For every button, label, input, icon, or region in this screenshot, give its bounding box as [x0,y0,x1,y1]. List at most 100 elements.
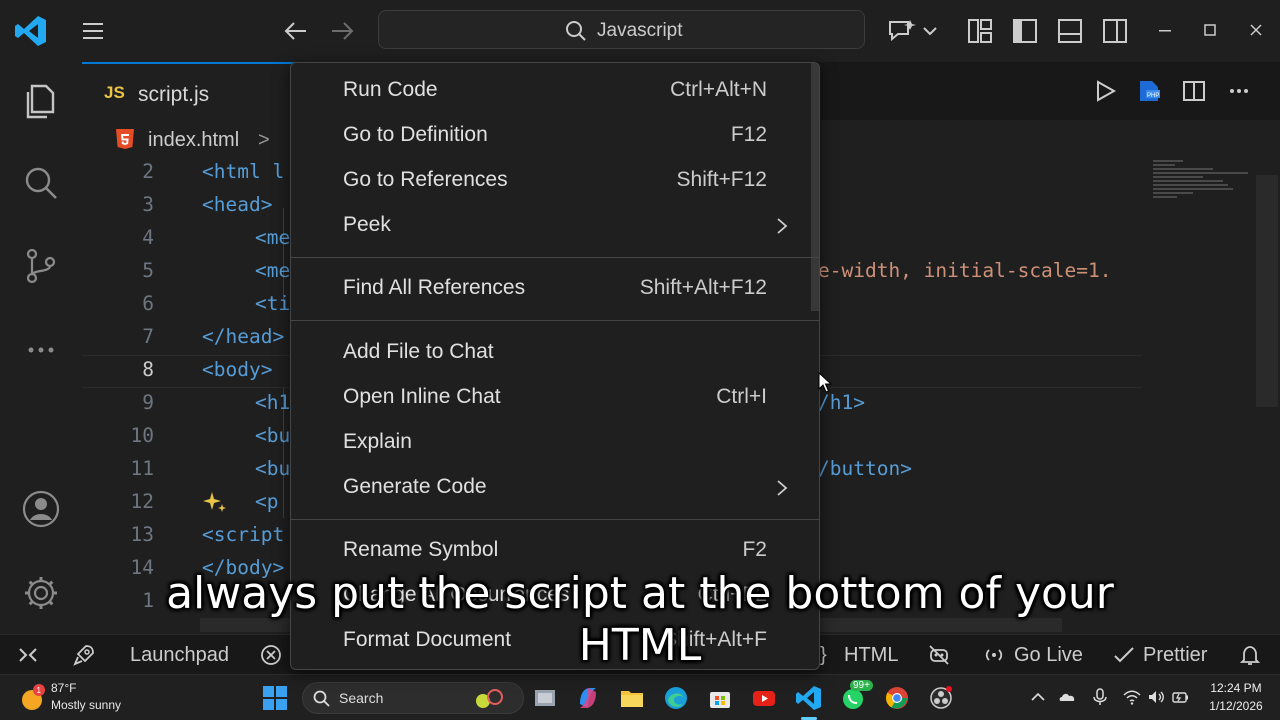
toggle-secondary-sidebar-icon[interactable] [1101,16,1129,46]
search-icon[interactable] [20,162,62,204]
js-file-icon: JS [104,83,125,102]
menu-separator [291,320,819,321]
more-actions-icon[interactable] [1226,78,1252,104]
vertical-scrollbar[interactable] [1256,175,1278,407]
more-views-icon[interactable] [20,328,62,370]
windows-taskbar: 1 87°F Mostly sunny Search 99+ 12:24 PM … [0,674,1280,720]
volume-icon[interactable] [1146,687,1166,707]
microsoft-store-icon[interactable] [706,684,734,712]
wifi-icon[interactable] [1122,687,1142,707]
back-arrow-icon[interactable] [282,18,310,44]
clock-time[interactable]: 12:24 PM [1206,681,1266,695]
code-text: <script [202,523,285,546]
chevron-right-icon [777,480,788,496]
minimap-line [1153,168,1213,170]
battery-icon[interactable] [1170,687,1190,707]
copilot-sparkle-icon[interactable] [200,490,228,514]
code-text-right: /h1> [818,391,865,414]
task-view-icon[interactable] [531,684,559,712]
code-text: <body> [202,358,273,381]
minimap-line [1153,192,1193,194]
line-number: 5 [142,259,154,282]
chrome-icon[interactable] [883,684,911,712]
search-text: Javascript [597,20,683,41]
menu-item-generate-code[interactable]: Generate Code [291,468,819,508]
weather-sun-icon[interactable]: 1 [18,682,52,714]
taskbar-search[interactable]: Search [302,682,524,714]
code-text: <ti [255,292,291,315]
code-text: <bu [255,457,291,480]
screen: Javascript JS script.js PHP index.html >… [0,0,1280,720]
line-number: 3 [142,193,154,216]
code-text: <p [255,490,279,513]
account-icon[interactable] [20,488,62,530]
menu-item-add-file-to-chat[interactable]: Add File to Chat [291,333,819,373]
line-number: 12 [130,490,154,513]
toggle-panel-icon[interactable] [1056,16,1084,46]
toggle-primary-sidebar-icon[interactable] [1011,16,1039,46]
onedrive-icon[interactable] [1058,687,1078,707]
edge-browser-icon[interactable] [662,684,690,712]
breadcrumb-separator: > [258,129,270,151]
menu-separator [291,257,819,258]
minimap-line [1153,160,1183,162]
line-number: 13 [130,523,154,546]
clock-date[interactable]: 1/12/2026 [1206,699,1266,713]
copilot-app-icon[interactable] [574,684,602,712]
code-text-right: e-width, initial-scale=1. [818,259,1112,282]
minimize-window-icon[interactable] [1156,18,1174,42]
code-text: <me [255,226,291,249]
taskbar-search-label: Search [339,690,384,706]
minimap[interactable] [1145,158,1255,628]
forward-arrow-icon[interactable] [328,18,356,44]
command-center-search[interactable]: Javascript [378,10,865,49]
search-icon [313,690,330,707]
line-number: 11 [130,457,154,480]
obs-recorder-icon[interactable] [927,684,955,712]
subtitle-line: always put the script at the bottom of y… [166,568,1114,619]
line-number: 8 [142,358,154,381]
minimap-line [1153,196,1177,198]
close-window-icon[interactable] [1247,18,1265,42]
tab-label: script.js [138,83,210,106]
mouse-pointer-icon [818,372,833,393]
line-number: 7 [142,325,154,348]
search-highlight-icon [476,689,503,708]
maximize-window-icon[interactable] [1202,18,1218,42]
source-control-icon[interactable] [20,244,62,286]
hamburger-menu-icon[interactable] [80,18,106,44]
menu-item-explain[interactable]: Explain [291,423,819,463]
customize-layout-icon[interactable] [966,16,994,46]
windows-start-icon[interactable] [262,685,288,711]
copilot-chat-icon[interactable] [886,16,940,46]
menu-item-run-code[interactable]: Run Code Ctrl+Alt+N [291,71,819,111]
show-hidden-icons-icon[interactable] [1028,687,1048,707]
tab-script-js[interactable]: JS script.js [82,62,297,120]
line-number: 4 [142,226,154,249]
menu-item-go-to-definition[interactable]: Go to Definition F12 [291,116,819,156]
svg-text:PHP: PHP [1147,93,1159,99]
microphone-icon[interactable] [1090,687,1110,707]
file-explorer-icon[interactable] [618,684,646,712]
minimap-line [1153,164,1175,166]
menu-item-peek[interactable]: Peek [291,206,819,246]
run-play-icon[interactable] [1092,78,1118,104]
menu-item-go-to-references[interactable]: Go to References Shift+F12 [291,161,819,201]
menu-item-rename-symbol[interactable]: Rename Symbol F2 [291,531,819,571]
code-text: </head> [202,325,285,348]
menu-separator [291,519,819,520]
menu-item-find-all-references[interactable]: Find All References Shift+Alt+F12 [291,269,819,309]
search-icon [566,21,586,41]
code-text: <h1 [255,391,291,414]
code-text-right: /button> [818,457,912,480]
split-editor-icon[interactable] [1181,78,1207,104]
php-extension-icon[interactable]: PHP [1136,78,1162,104]
menu-item-open-inline-chat[interactable]: Open Inline Chat Ctrl+I [291,378,819,418]
breadcrumb-file[interactable]: index.html [148,129,239,152]
vscode-logo-icon[interactable] [14,14,48,48]
youtube-icon[interactable] [750,684,778,712]
explorer-icon[interactable] [20,80,62,122]
vscode-taskbar-icon[interactable] [795,684,823,712]
line-number: 6 [142,292,154,315]
svg-text:1: 1 [37,686,42,695]
